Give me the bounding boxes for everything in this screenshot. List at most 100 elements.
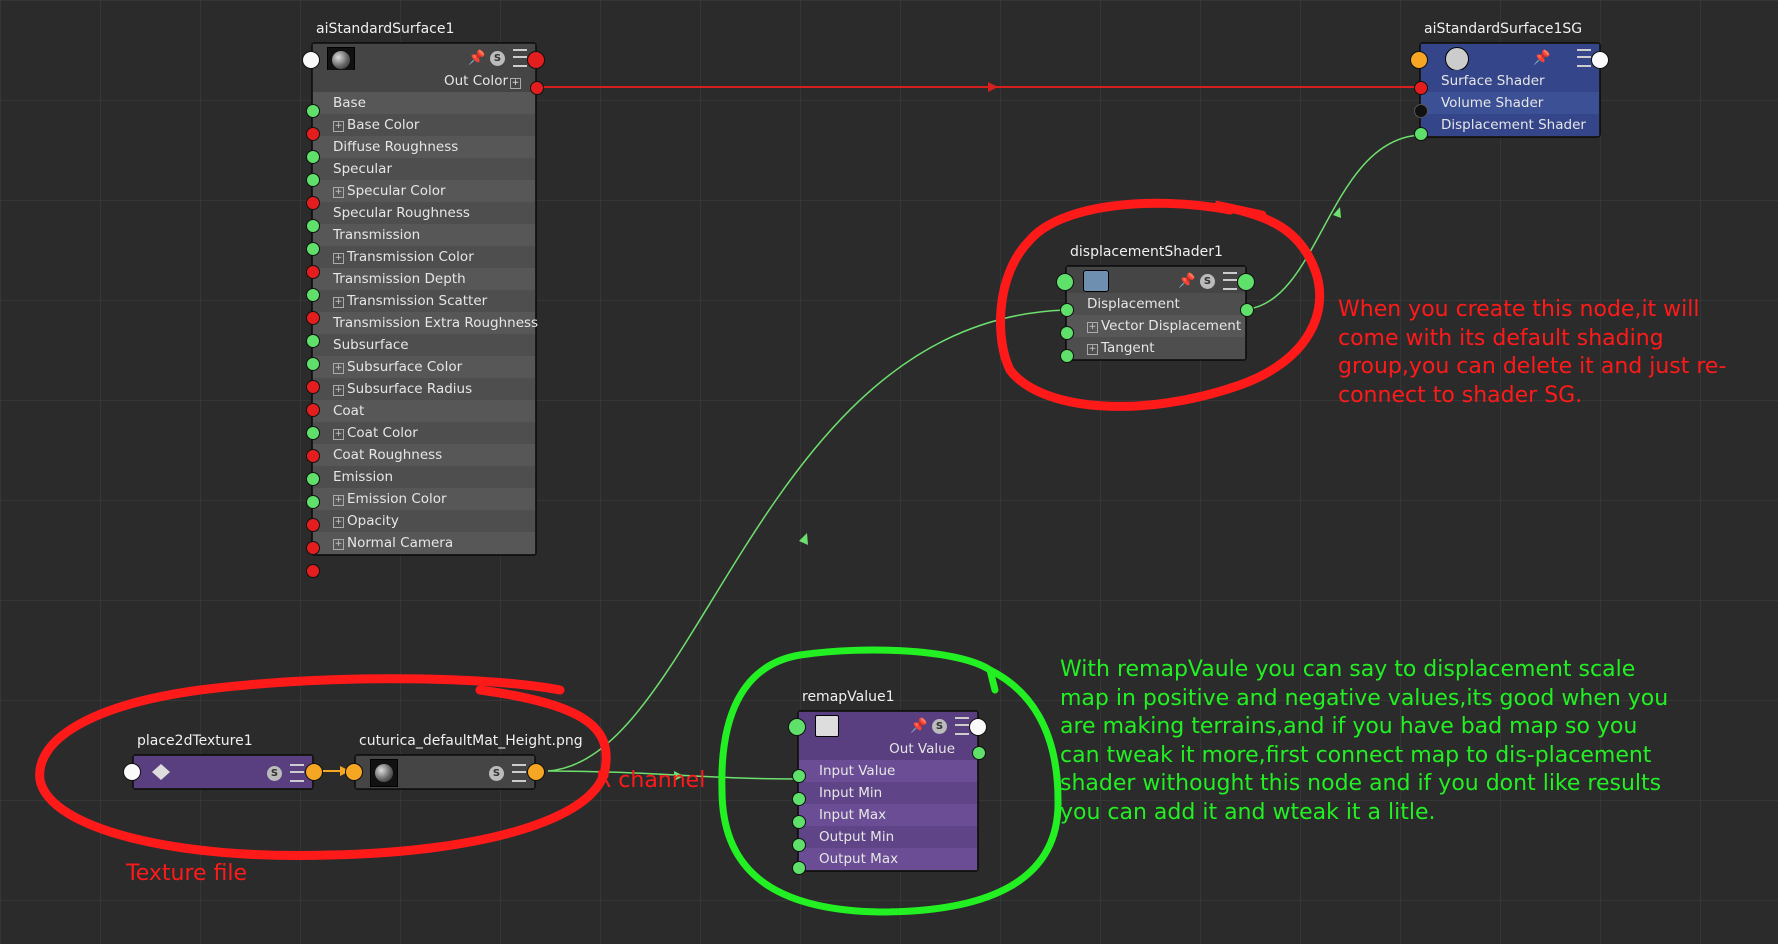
vector-displacement-port[interactable] — [1060, 326, 1074, 340]
node-header[interactable]: S — [356, 756, 534, 788]
surface-attr-row[interactable]: + Transmission Scatter — [313, 290, 535, 312]
s-icon[interactable]: S — [490, 50, 505, 66]
node-output-port[interactable] — [527, 51, 545, 69]
input-max-port[interactable] — [792, 815, 806, 829]
expand-icon[interactable]: + — [333, 253, 344, 264]
node-header[interactable]: 📌 — [1421, 44, 1599, 71]
disp-attr-displacement[interactable]: Displacement — [1067, 293, 1245, 315]
node-output-port[interactable] — [969, 718, 987, 736]
expand-icon[interactable]: + — [333, 517, 344, 528]
surface-attr-row[interactable]: + Transmission Color — [313, 246, 535, 268]
surface-attr-row[interactable]: Coat — [313, 400, 535, 422]
surface-attr-port[interactable] — [306, 472, 320, 486]
remap-attr-input-max[interactable]: Input Max — [799, 804, 977, 826]
node-input-port[interactable] — [1056, 273, 1074, 291]
surface-attr-row[interactable]: + Base Color — [313, 114, 535, 136]
attribute-list-icon[interactable] — [512, 764, 526, 782]
surface-attr-row[interactable]: + Emission Color — [313, 488, 535, 510]
surface-attr-port[interactable] — [306, 104, 320, 118]
surface-attr-port[interactable] — [306, 265, 320, 279]
input-value-port[interactable] — [792, 769, 806, 783]
sg-attr-volume-shader[interactable]: Volume Shader — [1421, 92, 1599, 114]
surface-attr-port[interactable] — [306, 380, 320, 394]
displacement-input-port[interactable] — [1060, 303, 1074, 317]
node-place2d-texture[interactable]: place2dTexture1 S — [133, 733, 313, 789]
pin-icon[interactable]: 📌 — [1533, 50, 1550, 66]
node-file-texture[interactable]: cuturica_defaultMat_Height.png S — [355, 733, 583, 789]
surface-attr-row[interactable]: Specular — [313, 158, 535, 180]
attribute-list-icon[interactable] — [1577, 49, 1591, 67]
node-output-port[interactable] — [527, 763, 545, 781]
surface-attr-row[interactable]: Emission — [313, 466, 535, 488]
node-ai-standard-surface[interactable]: aiStandardSurface1 📌 S Out Color + Base + B… — [312, 21, 538, 555]
s-icon[interactable]: S — [489, 765, 504, 781]
s-icon[interactable]: S — [1200, 273, 1215, 289]
expand-icon[interactable]: + — [333, 297, 344, 308]
node-header[interactable]: 📌 S — [1067, 267, 1245, 293]
disp-attr-tangent[interactable]: + Tangent — [1067, 337, 1245, 359]
output-row[interactable]: Out Color + — [313, 70, 535, 92]
surface-attr-port[interactable] — [306, 173, 320, 187]
surface-attr-port[interactable] — [306, 495, 320, 509]
surface-attr-port[interactable] — [306, 127, 320, 141]
surface-attr-row[interactable]: + Normal Camera — [313, 532, 535, 554]
surface-attr-row[interactable]: Subsurface — [313, 334, 535, 356]
surface-attr-port[interactable] — [306, 150, 320, 164]
surface-attr-row[interactable]: Diffuse Roughness — [313, 136, 535, 158]
surface-attr-row[interactable]: Transmission Extra Roughness — [313, 312, 538, 334]
node-output-port[interactable] — [1591, 51, 1609, 69]
surface-attr-row[interactable]: + Specular Color — [313, 180, 535, 202]
surface-attr-row[interactable]: + Opacity — [313, 510, 535, 532]
output-min-port[interactable] — [792, 838, 806, 852]
volume-shader-port[interactable] — [1414, 104, 1428, 118]
surface-attr-row[interactable]: Base — [313, 92, 535, 114]
node-output-port[interactable] — [305, 763, 323, 781]
node-input-port[interactable] — [1410, 51, 1428, 69]
pin-icon[interactable]: 📌 — [910, 718, 927, 734]
out-value-port[interactable] — [972, 746, 986, 760]
remap-attr-input-value[interactable]: Input Value — [799, 760, 977, 782]
surface-attr-port[interactable] — [306, 196, 320, 210]
disp-attr-vector-displacement[interactable]: + Vector Displacement — [1067, 315, 1245, 337]
surface-attr-row[interactable]: Transmission — [313, 224, 535, 246]
pin-icon[interactable]: 📌 — [1178, 273, 1195, 289]
output-max-port[interactable] — [792, 861, 806, 875]
surface-attr-port[interactable] — [306, 311, 320, 325]
expand-icon[interactable]: + — [333, 495, 344, 506]
node-input-port[interactable] — [123, 763, 141, 781]
out-color-port[interactable] — [530, 81, 544, 95]
expand-icon[interactable]: + — [333, 363, 344, 374]
pin-icon[interactable]: 📌 — [468, 50, 485, 66]
displacement-shader-port[interactable] — [1414, 127, 1428, 141]
surface-attr-row[interactable]: Coat Roughness — [313, 444, 535, 466]
remap-attr-output-max[interactable]: Output Max — [799, 848, 977, 870]
surface-attr-port[interactable] — [306, 449, 320, 463]
expand-icon[interactable]: + — [333, 385, 344, 396]
surface-attr-row[interactable]: + Coat Color — [313, 422, 535, 444]
node-header[interactable]: 📌 S — [799, 712, 977, 738]
node-header[interactable]: S — [134, 756, 312, 788]
node-remap-value[interactable]: remapValue1 📌 S Out Value Input Value In… — [798, 689, 978, 871]
surface-attr-port[interactable] — [306, 518, 320, 532]
node-displacement-shader[interactable]: displacementShader1 📌 S Displacement + Ve… — [1066, 244, 1246, 360]
surface-attr-row[interactable]: + Subsurface Radius — [313, 378, 535, 400]
surface-shader-port[interactable] — [1414, 81, 1428, 95]
node-input-port[interactable] — [788, 718, 806, 736]
expand-icon[interactable]: + — [333, 539, 344, 550]
attribute-list-icon[interactable] — [955, 717, 969, 735]
remap-attr-input-min[interactable]: Input Min — [799, 782, 977, 804]
surface-attr-port[interactable] — [306, 564, 320, 578]
surface-attr-port[interactable] — [306, 242, 320, 256]
displacement-output-port[interactable] — [1240, 303, 1254, 317]
attribute-list-icon[interactable] — [1223, 272, 1237, 290]
input-min-port[interactable] — [792, 792, 806, 806]
surface-attr-port[interactable] — [306, 357, 320, 371]
surface-attr-port[interactable] — [306, 288, 320, 302]
surface-attr-port[interactable] — [306, 426, 320, 440]
sg-attr-displacement-shader[interactable]: Displacement Shader — [1421, 114, 1599, 136]
node-output-port[interactable] — [1237, 273, 1255, 291]
tangent-port[interactable] — [1060, 349, 1074, 363]
node-header[interactable]: 📌 S — [313, 44, 535, 73]
attribute-list-icon[interactable] — [290, 764, 304, 782]
surface-attr-port[interactable] — [306, 403, 320, 417]
